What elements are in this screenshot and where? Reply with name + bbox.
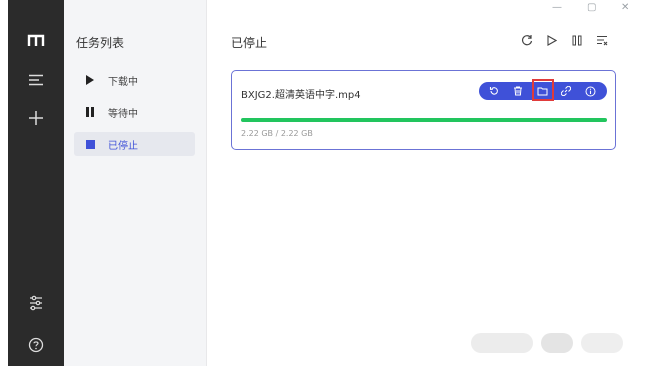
task-size: 2.22 GB / 2.22 GB bbox=[241, 129, 313, 138]
help-icon[interactable] bbox=[8, 331, 64, 359]
menu-icon[interactable] bbox=[8, 66, 64, 94]
nav-item-label: 下载中 bbox=[108, 76, 138, 88]
task-list-title: 任务列表 bbox=[76, 36, 125, 50]
open-folder-highlight-box bbox=[532, 79, 554, 101]
pause-all-icon[interactable] bbox=[568, 31, 586, 49]
app-logo-icon bbox=[8, 26, 64, 54]
stop-icon bbox=[82, 139, 98, 149]
window-bottom-edge bbox=[0, 366, 645, 376]
nav-item-stopped[interactable]: 已停止 bbox=[74, 132, 195, 156]
minimize-icon[interactable]: — bbox=[552, 2, 562, 13]
blurred-watermark bbox=[471, 333, 533, 353]
icon-sidebar bbox=[8, 0, 64, 366]
task-card[interactable]: BXJG2.超清英语中字.mp4 2.22 GB / 2.22 GB bbox=[231, 70, 616, 150]
add-task-icon[interactable] bbox=[8, 104, 64, 132]
refresh-icon[interactable] bbox=[518, 31, 536, 49]
task-list-panel: 任务列表 下载中 等待中 已停止 bbox=[64, 0, 207, 366]
copy-link-icon[interactable] bbox=[558, 83, 574, 99]
close-icon[interactable]: ✕ bbox=[621, 2, 629, 13]
pause-icon bbox=[82, 107, 98, 117]
play-all-icon[interactable] bbox=[543, 31, 561, 49]
nav-item-label: 等待中 bbox=[108, 108, 138, 120]
download-progress-bar bbox=[241, 118, 607, 122]
nav-item-downloading[interactable]: 下载中 bbox=[74, 68, 195, 92]
main-panel: — ▢ ✕ 已停止 BXJG2.超清英语中字.mp4 2.22 GB / 2.2… bbox=[207, 0, 645, 366]
nav-item-label: 已停止 bbox=[108, 140, 138, 152]
clear-list-icon[interactable] bbox=[593, 31, 611, 49]
settings-sliders-icon[interactable] bbox=[8, 289, 64, 317]
restart-icon[interactable] bbox=[486, 83, 502, 99]
play-icon bbox=[82, 75, 98, 85]
info-icon[interactable] bbox=[582, 83, 598, 99]
blurred-watermark bbox=[541, 333, 573, 353]
window-edge bbox=[0, 0, 8, 376]
blurred-watermark bbox=[581, 333, 623, 353]
maximize-icon[interactable]: ▢ bbox=[587, 2, 596, 13]
progress-fill bbox=[241, 118, 607, 122]
task-filename: BXJG2.超清英语中字.mp4 bbox=[241, 90, 361, 101]
delete-icon[interactable] bbox=[510, 83, 526, 99]
nav-item-waiting[interactable]: 等待中 bbox=[74, 100, 195, 124]
page-title: 已停止 bbox=[231, 36, 268, 50]
